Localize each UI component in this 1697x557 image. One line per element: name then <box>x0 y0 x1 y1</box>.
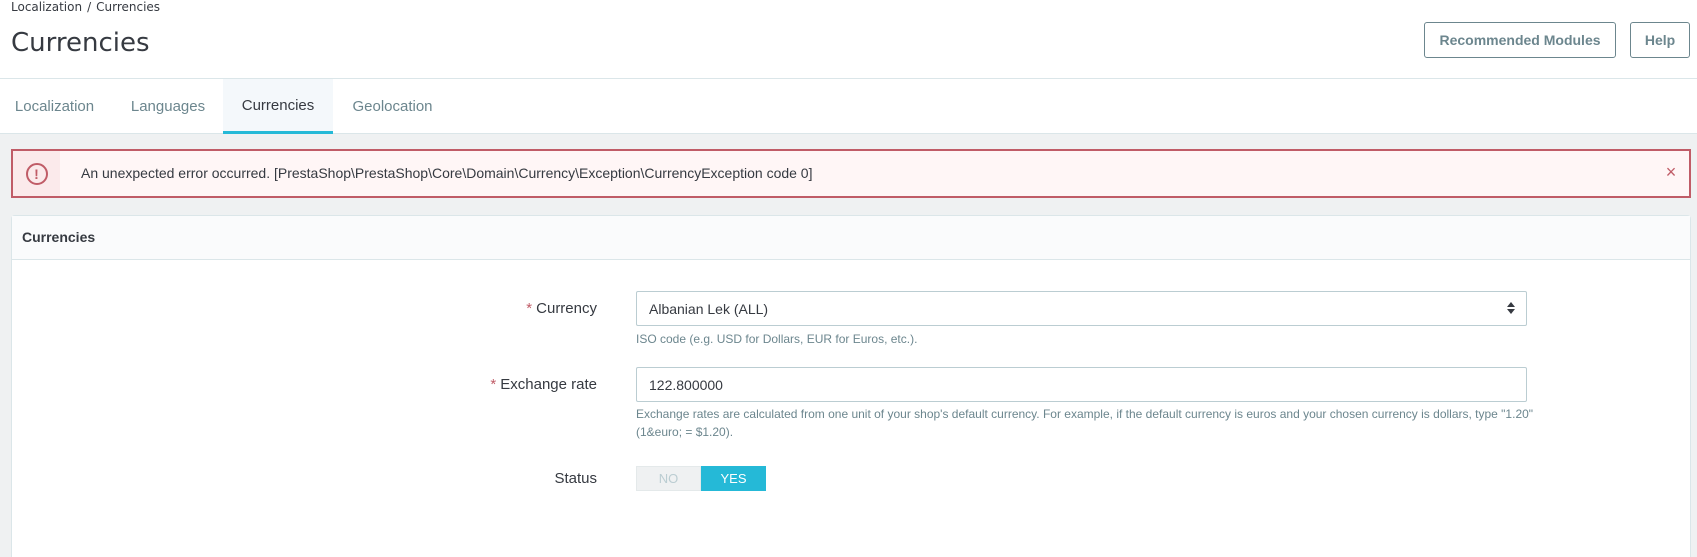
status-no-option[interactable]: NO <box>636 466 701 491</box>
alert-icon-container: ! <box>13 151 60 196</box>
tab-bar: Localization Languages Currencies Geoloc… <box>0 79 1697 134</box>
recommended-modules-button[interactable]: Recommended Modules <box>1424 22 1616 58</box>
currency-label-text: Currency <box>536 300 597 317</box>
status-yes-option[interactable]: YES <box>701 466 766 491</box>
help-button[interactable]: Help <box>1630 22 1690 58</box>
required-marker: * <box>526 300 533 317</box>
status-label: Status <box>554 470 597 487</box>
tab-localization[interactable]: Localization <box>0 79 109 134</box>
currency-form-panel: Currencies * Currency Albanian Lek (ALL) … <box>11 215 1691 557</box>
currency-label: * Currency <box>297 300 597 317</box>
breadcrumb-localization[interactable]: Localization <box>11 0 82 14</box>
error-alert: ! An unexpected error occurred. [PrestaS… <box>11 149 1691 198</box>
breadcrumb-currencies[interactable]: Currencies <box>96 0 160 14</box>
page-title: Currencies <box>11 28 150 58</box>
exchange-rate-help-text: Exchange rates are calculated from one u… <box>636 407 1534 439</box>
page-header: Localization / Currencies Currencies Recom… <box>0 0 1697 79</box>
required-marker: * <box>490 376 497 393</box>
currency-help-text: ISO code (e.g. USD for Dollars, EUR for … <box>636 332 918 346</box>
breadcrumb: Localization / Currencies <box>11 0 160 15</box>
sort-arrows-icon <box>1507 302 1515 314</box>
exchange-rate-label: * Exchange rate <box>297 376 597 393</box>
panel-title: Currencies <box>22 229 96 245</box>
currency-select-value: Albanian Lek (ALL) <box>649 301 769 317</box>
tab-currencies[interactable]: Currencies <box>223 79 333 134</box>
alert-body: An unexpected error occurred. [PrestaSho… <box>60 151 1689 196</box>
exchange-rate-input[interactable] <box>636 367 1527 402</box>
alert-message: An unexpected error occurred. [PrestaSho… <box>81 165 813 181</box>
status-switch[interactable]: NO YES <box>636 466 766 491</box>
panel-header: Currencies <box>12 216 1690 260</box>
breadcrumb-separator: / <box>87 0 92 14</box>
tab-languages[interactable]: Languages <box>112 79 224 134</box>
tab-geolocation[interactable]: Geolocation <box>333 79 452 134</box>
currency-select[interactable]: Albanian Lek (ALL) <box>636 291 1527 326</box>
close-icon[interactable]: × <box>1661 162 1681 182</box>
alert-circle-icon: ! <box>25 162 48 185</box>
exchange-rate-label-text: Exchange rate <box>500 376 597 393</box>
